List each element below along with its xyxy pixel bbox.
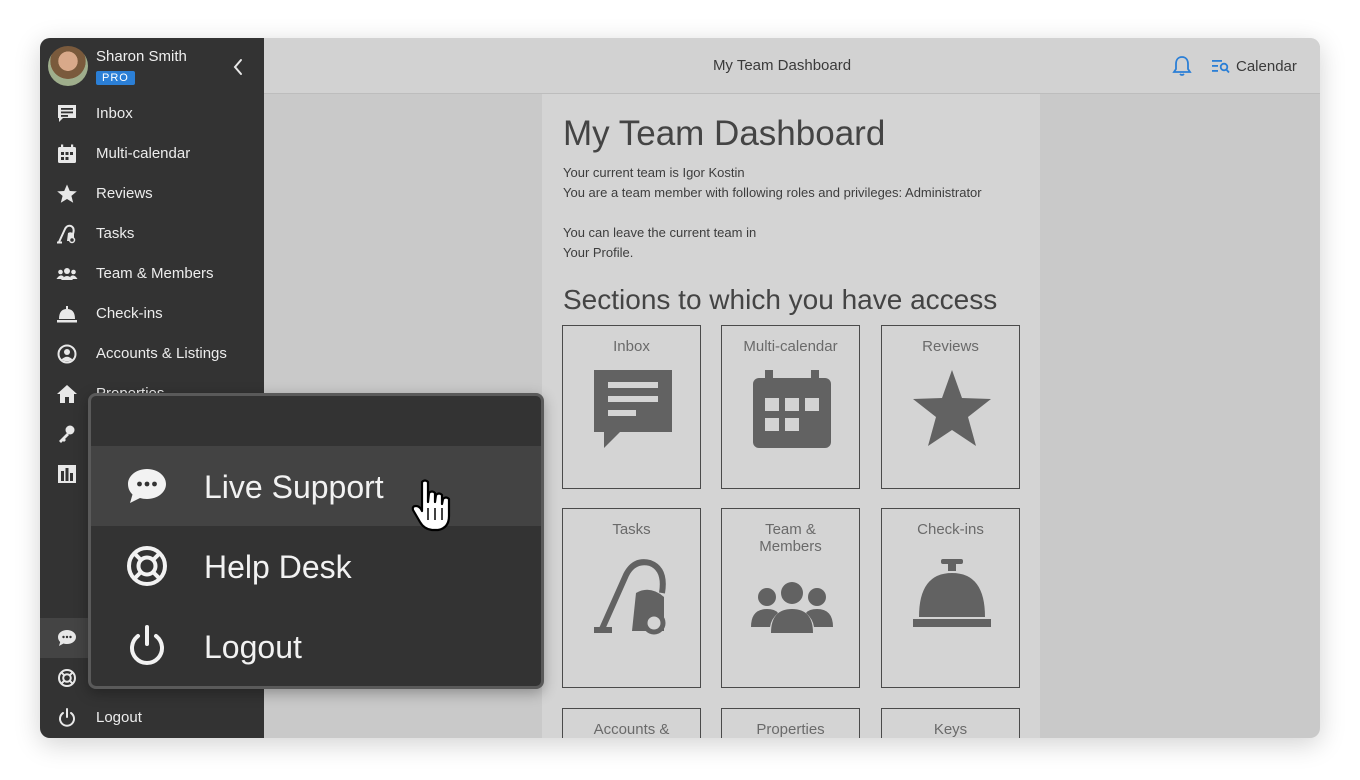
menu-item-label: Live Support: [204, 469, 384, 505]
sidebar-item-check-ins[interactable]: Check-ins: [40, 294, 264, 334]
calendar-button[interactable]: Calendar: [1212, 55, 1297, 77]
calendar-icon: [753, 370, 831, 448]
card-label: Check-ins: [917, 521, 984, 538]
user-name: Sharon Smith: [96, 48, 187, 65]
sidebar-item-label: Check-ins: [96, 305, 163, 322]
profile-header[interactable]: Sharon Smith PRO: [40, 38, 264, 96]
star-icon: [913, 370, 991, 446]
sidebar-item-team-members[interactable]: Team & Members: [40, 254, 264, 294]
topbar-title: My Team Dashboard: [712, 57, 852, 74]
home-icon: [57, 385, 77, 403]
notifications-button[interactable]: [1172, 55, 1192, 77]
bar-chart-icon: [58, 465, 76, 483]
vacuum-icon: [594, 559, 666, 635]
sidebar-item-label: Inbox: [96, 105, 133, 122]
team-icon: [751, 582, 833, 633]
section-card-check-ins[interactable]: Check-ins: [881, 508, 1020, 688]
star-icon: [57, 184, 77, 203]
menu-item-live-support[interactable]: Live Support: [91, 446, 541, 526]
sidebar-item-label: Tasks: [96, 225, 135, 242]
key-icon: [59, 425, 75, 443]
menu-item-logout[interactable]: Logout: [91, 606, 541, 686]
sidebar-item-inbox[interactable]: Inbox: [40, 94, 264, 134]
section-card-reviews[interactable]: Reviews: [881, 325, 1020, 489]
card-label: Accounts &: [593, 721, 670, 738]
avatar[interactable]: [48, 46, 88, 86]
card-label: Reviews: [922, 338, 979, 355]
sidebar-item-label: Team & Members: [96, 265, 214, 282]
section-card-multi-calendar[interactable]: Multi-calendar: [721, 325, 860, 489]
sidebar-item-logout[interactable]: Logout: [40, 698, 264, 738]
menu-item-label: Help Desk: [204, 549, 352, 585]
chat-bubble-icon: [58, 630, 76, 646]
bell-desk-icon: [57, 306, 77, 323]
card-label: Properties: [756, 721, 825, 738]
sidebar-item-multi-calendar[interactable]: Multi-calendar: [40, 134, 264, 174]
sidebar-item-label: Logout: [96, 709, 142, 726]
sidebar-item-accounts-listings[interactable]: Accounts & Listings: [40, 334, 264, 374]
sidebar-item-label: Reviews: [96, 185, 153, 202]
section-card-inbox[interactable]: Inbox: [562, 325, 701, 489]
leave-team-text: You can leave the current team in: [563, 225, 757, 240]
bell-icon: [1172, 56, 1192, 76]
menu-item-help-desk[interactable]: Help Desk: [91, 526, 541, 606]
team-info-text: Your current team is Igor Kostin: [563, 165, 745, 180]
dashboard-panel: My Team Dashboard Your current team is I…: [542, 94, 1040, 738]
power-icon: [59, 708, 75, 727]
calendar-icon: [58, 144, 76, 163]
section-card-keys[interactable]: Keys: [881, 708, 1020, 738]
profile-link[interactable]: Your Profile.: [563, 245, 633, 260]
section-card-tasks[interactable]: Tasks: [562, 508, 701, 688]
section-card-team-members[interactable]: Team & Members: [721, 508, 860, 688]
account-icon: [57, 344, 77, 364]
menu-item-label: Logout: [204, 629, 302, 665]
calendar-button-label: Calendar: [1236, 57, 1297, 75]
top-bar: My Team Dashboard Calendar: [264, 38, 1320, 94]
bell-desk-icon: [913, 559, 991, 627]
card-label: Inbox: [613, 338, 650, 355]
sidebar-item-label: Multi-calendar: [96, 145, 191, 162]
power-icon: [130, 625, 164, 665]
pro-badge: PRO: [96, 71, 135, 85]
sidebar-item-reviews[interactable]: Reviews: [40, 174, 264, 214]
hand-pointer-icon: [411, 479, 451, 532]
sections-heading: Sections to which you have access: [563, 284, 998, 315]
support-popup-menu: Live Support Help Desk Logout: [88, 393, 544, 689]
section-card-properties[interactable]: Properties: [721, 708, 860, 738]
inbox-icon: [594, 370, 672, 448]
card-label: Keys: [933, 721, 968, 738]
sidebar-item-label: Accounts & Listings: [96, 345, 227, 362]
card-label: Team & Members: [759, 521, 822, 555]
collapse-sidebar-button[interactable]: [230, 56, 246, 78]
card-label: Multi-calendar: [743, 338, 838, 355]
team-icon: [56, 268, 78, 280]
calendar-search-icon: [1212, 60, 1230, 74]
inbox-icon: [58, 105, 76, 122]
chevron-left-icon: [233, 59, 242, 75]
card-label: Tasks: [612, 521, 651, 538]
roles-text: You are a team member with following rol…: [563, 185, 982, 200]
section-card-accounts-listings[interactable]: Accounts &: [562, 708, 701, 738]
lifebuoy-icon: [127, 546, 167, 586]
page-title: My Team Dashboard: [563, 114, 886, 153]
chat-bubble-icon: [128, 469, 166, 503]
lifebuoy-icon: [58, 669, 76, 687]
vacuum-icon: [57, 224, 76, 244]
sidebar-item-tasks[interactable]: Tasks: [40, 214, 264, 254]
